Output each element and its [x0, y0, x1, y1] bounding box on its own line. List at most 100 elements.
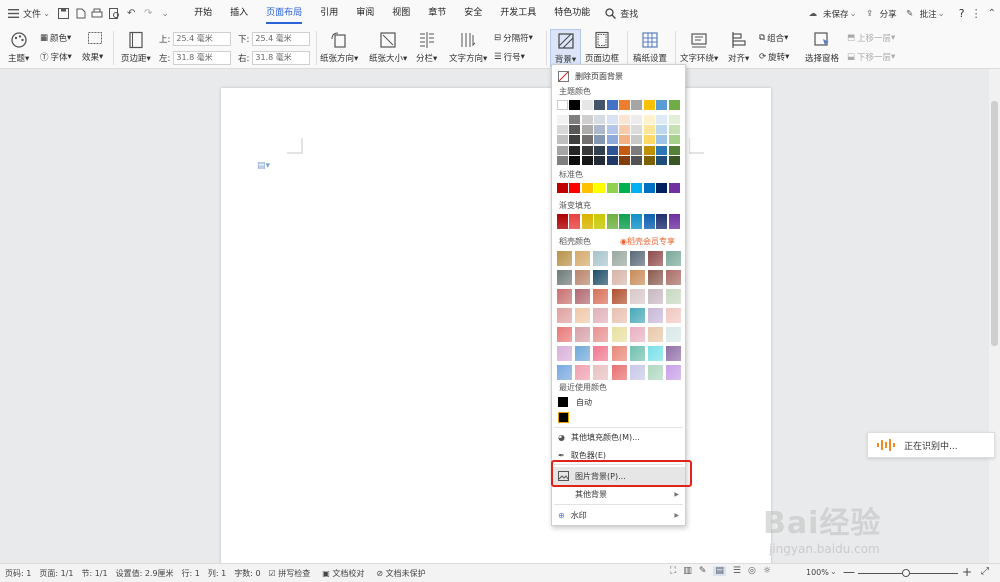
theme-shade-swatch[interactable]	[557, 135, 568, 145]
tab-2[interactable]: 页面布局	[257, 0, 311, 27]
standard-color-swatch[interactable]	[594, 183, 606, 193]
more-fill-item[interactable]: ◕ 其他填充颜色(M)...	[552, 429, 685, 445]
proofread-button[interactable]: ▣ 文档校对	[322, 568, 364, 579]
gradient-swatch[interactable]	[619, 214, 630, 229]
zoom-in-icon[interactable]: +	[962, 565, 972, 579]
collapse-icon[interactable]: ⌃	[988, 8, 996, 19]
theme-shade-swatch[interactable]	[594, 155, 606, 165]
zoom-menu-icon[interactable]: ⌄	[830, 567, 837, 576]
tab-0[interactable]: 开始	[185, 0, 221, 27]
theme-color-swatch[interactable]	[643, 100, 655, 110]
auto-color-item[interactable]: 自动	[552, 394, 685, 410]
paper-color-swatch[interactable]	[575, 289, 591, 304]
paper-color-swatch[interactable]	[557, 346, 572, 361]
background-button[interactable]: 背景▾	[550, 29, 581, 67]
paper-color-swatch[interactable]	[575, 365, 591, 380]
theme-color-swatch[interactable]	[668, 100, 680, 110]
status-setting[interactable]: 设置值: 2.9厘米	[116, 568, 174, 579]
text-wrap-button[interactable]: 文字环绕▾	[680, 31, 718, 64]
theme-shade-swatch[interactable]	[643, 115, 655, 124]
save-icon[interactable]	[56, 7, 70, 21]
document-area[interactable]: ▤▾	[0, 69, 989, 568]
theme-shade-swatch[interactable]	[656, 125, 668, 135]
theme-color-swatch[interactable]	[557, 100, 568, 110]
paper-color-swatch[interactable]	[629, 308, 645, 323]
paper-color-swatch[interactable]	[629, 327, 645, 342]
theme-shade-swatch[interactable]	[569, 155, 581, 165]
paper-color-swatch[interactable]	[611, 251, 627, 266]
theme-shade-swatch[interactable]	[606, 115, 618, 124]
other-background-item[interactable]: 其他背景 ▶	[552, 486, 685, 502]
gradient-swatch[interactable]	[557, 214, 568, 229]
tab-4[interactable]: 审阅	[347, 0, 383, 27]
standard-color-swatch[interactable]	[581, 183, 593, 193]
paper-color-swatch[interactable]	[575, 270, 591, 285]
status-row[interactable]: 行: 1	[182, 568, 200, 579]
print-preview-icon[interactable]	[107, 7, 121, 21]
paper-color-swatch[interactable]	[611, 365, 627, 380]
paper-color-swatch[interactable]	[593, 365, 609, 380]
theme-shade-swatch[interactable]	[643, 125, 655, 135]
web-view-icon[interactable]: ◎	[748, 566, 756, 576]
bottom-margin-field[interactable]: 下: 25.4 毫米	[238, 32, 311, 46]
separator-button[interactable]: ⊟ 分隔符 ▾	[494, 32, 533, 44]
tab-7[interactable]: 安全	[455, 0, 491, 27]
zoom-level[interactable]: 100%	[806, 568, 829, 577]
theme-shade-swatch[interactable]	[569, 145, 581, 155]
status-page-code[interactable]: 页码: 1	[5, 568, 31, 579]
right-margin-value[interactable]: 31.8 毫米	[252, 51, 311, 65]
theme-shade-swatch[interactable]	[569, 135, 581, 145]
standard-color-swatch[interactable]	[631, 183, 643, 193]
unsaved-button[interactable]: ☁ 未保存 ⌄	[806, 7, 857, 21]
gradient-swatch[interactable]	[606, 214, 618, 229]
protect-button[interactable]: ⊘ 文档未保护	[376, 568, 425, 579]
theme-color-swatch[interactable]	[606, 100, 618, 110]
outline-view-icon[interactable]: ☰	[733, 566, 741, 576]
page-border-button[interactable]: 页面边框	[585, 31, 619, 64]
theme-shade-swatch[interactable]	[656, 115, 668, 124]
paper-color-swatch[interactable]	[648, 289, 663, 304]
theme-shade-swatch[interactable]	[606, 145, 618, 155]
paper-color-swatch[interactable]	[557, 270, 572, 285]
theme-shade-swatch[interactable]	[594, 135, 606, 145]
paper-color-swatch[interactable]	[611, 327, 627, 342]
bring-forward-button[interactable]: ⬒ 上移一层 ▾	[847, 32, 895, 44]
theme-shade-swatch[interactable]	[606, 135, 618, 145]
fit-page-icon[interactable]: ⤢	[981, 566, 989, 577]
paper-color-swatch[interactable]	[648, 251, 663, 266]
customize-icon[interactable]: ⌄	[158, 7, 172, 21]
selection-pane-button[interactable]: 选择窗格	[805, 31, 839, 64]
send-backward-button[interactable]: ⬓ 下移一层 ▾	[847, 51, 895, 63]
paper-color-swatch[interactable]	[666, 346, 682, 361]
help-button[interactable]: ?	[959, 7, 965, 20]
theme-shade-swatch[interactable]	[656, 145, 668, 155]
theme-shade-swatch[interactable]	[619, 115, 630, 124]
export-icon[interactable]	[73, 7, 87, 21]
status-pages[interactable]: 页面: 1/1	[39, 568, 73, 579]
theme-shade-swatch[interactable]	[594, 115, 606, 124]
more-icon[interactable]: ⋮	[971, 7, 982, 20]
paper-color-swatch[interactable]	[648, 327, 663, 342]
status-section[interactable]: 节: 1/1	[81, 568, 107, 579]
paper-color-swatch[interactable]	[648, 270, 663, 285]
paper-color-swatch[interactable]	[593, 251, 609, 266]
paper-color-swatch[interactable]	[611, 346, 627, 361]
theme-shade-swatch[interactable]	[619, 135, 630, 145]
theme-shade-swatch[interactable]	[581, 135, 593, 145]
effect-preview-icon[interactable]	[88, 32, 102, 44]
vertical-scrollbar[interactable]	[989, 69, 1000, 563]
share-button[interactable]: ⇪ 分享	[863, 7, 897, 21]
status-words[interactable]: 字数: 0	[234, 568, 260, 579]
status-col[interactable]: 列: 1	[208, 568, 226, 579]
theme-shade-swatch[interactable]	[643, 135, 655, 145]
bottom-margin-value[interactable]: 25.4 毫米	[252, 32, 311, 46]
theme-button[interactable]: 主题▾	[8, 31, 29, 64]
paper-color-swatch[interactable]	[575, 251, 591, 266]
paper-color-swatch[interactable]	[575, 327, 591, 342]
file-menu[interactable]: 文件 ⌄	[6, 7, 50, 21]
undo-icon[interactable]: ↶	[124, 7, 138, 21]
paper-color-swatch[interactable]	[557, 289, 572, 304]
theme-color-swatch[interactable]	[656, 100, 668, 110]
document-page[interactable]: ▤▾	[221, 88, 771, 568]
standard-color-swatch[interactable]	[569, 183, 581, 193]
